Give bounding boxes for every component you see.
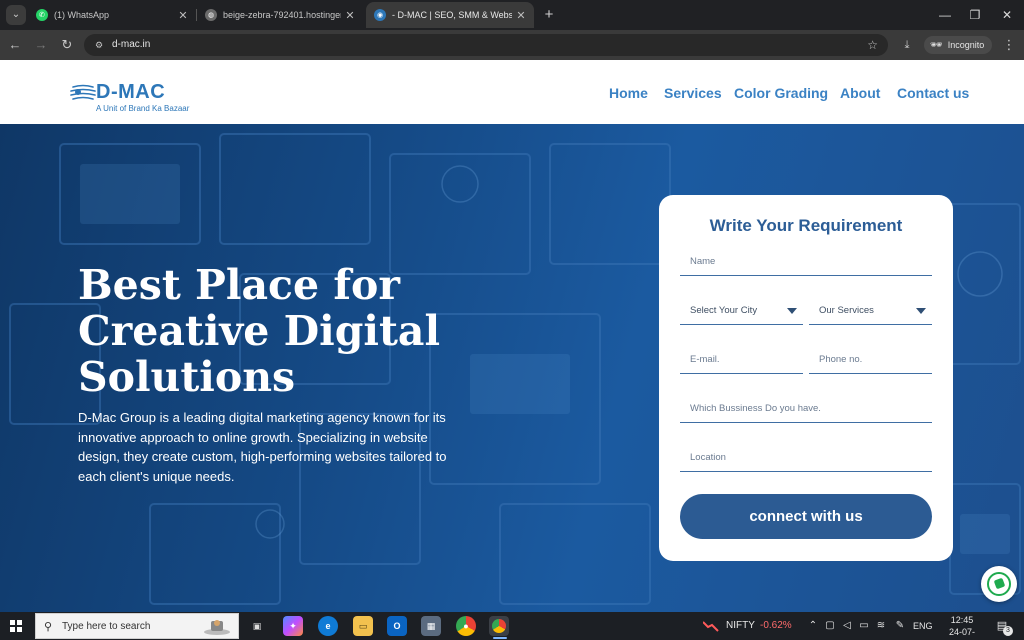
copilot-icon[interactable]: ✦	[283, 616, 303, 636]
speaker-icon[interactable]: ◁	[840, 619, 854, 633]
reload-icon[interactable]: ↻	[58, 36, 76, 54]
download-icon[interactable]: ⤓	[899, 37, 915, 53]
ticker-change[interactable]: -0.62%	[760, 620, 792, 632]
whatsapp-icon: ✆	[36, 9, 48, 21]
tab-search-chevron-icon[interactable]: ⌄	[6, 5, 26, 25]
ticker-name[interactable]: NIFTY	[726, 620, 755, 632]
caret-down-icon	[787, 308, 797, 314]
nav-about[interactable]: About	[840, 84, 880, 102]
globe-icon: ◍	[205, 9, 217, 21]
chrome-incognito-taskbar-icon[interactable]	[489, 616, 509, 636]
browser-menu-icon[interactable]: ⋮	[1002, 36, 1016, 54]
tab-title: (1) WhatsApp	[54, 10, 110, 20]
business-input[interactable]: Which Bussiness Do you have.	[680, 401, 932, 423]
clock-time: 12:45	[950, 615, 974, 625]
caret-down-icon	[916, 308, 926, 314]
services-select[interactable]: Our Services	[809, 303, 932, 325]
window-close-button[interactable]: ✕	[992, 4, 1022, 26]
hero-title: Best Place for Creative Digital Solution…	[78, 262, 498, 400]
logo-tagline: A Unit of Brand Ka Bazaar	[96, 104, 190, 113]
outlook-icon[interactable]: O	[387, 616, 407, 636]
tab-title: beige-zebra-792401.hostinger	[223, 10, 341, 20]
task-view-icon[interactable]: ▣	[247, 616, 267, 636]
language-indicator[interactable]: ENG	[913, 620, 933, 632]
taskbar-search-placeholder: Type here to search	[62, 621, 151, 632]
tray-chevron-up-icon[interactable]: ⌃	[806, 619, 820, 633]
url-text: d-mac.in	[112, 39, 151, 50]
chrome-icon[interactable]: ●	[456, 616, 476, 636]
bookmark-star-icon[interactable]: ☆	[867, 37, 878, 53]
minimize-button[interactable]: —	[930, 4, 960, 26]
notification-center-icon[interactable]: ▤ 3	[994, 618, 1013, 636]
taskbar-search-box[interactable]: ⚲ Type here to search	[35, 613, 239, 639]
city-select[interactable]: Select Your City	[680, 303, 803, 325]
pen-icon[interactable]: ✎	[893, 619, 907, 633]
hero-title-line: Best Place for	[78, 261, 400, 309]
services-select-value: Our Services	[819, 305, 874, 316]
edge-browser-icon[interactable]: e	[318, 616, 338, 636]
tab-close-icon[interactable]: ✕	[512, 9, 530, 22]
stock-chart-icon	[703, 621, 719, 632]
search-icon: ⚲	[44, 621, 53, 633]
name-input[interactable]: Name	[680, 254, 932, 276]
incognito-badge[interactable]: 🕶 Incognito	[924, 36, 993, 54]
nav-home[interactable]: Home	[609, 84, 648, 102]
site-logo[interactable]: D-MAC A Unit of Brand Ka Bazaar	[70, 80, 200, 118]
whatsapp-icon	[987, 572, 1011, 596]
nav-contact-us[interactable]: Contact us	[897, 84, 969, 102]
file-explorer-icon[interactable]: ▭	[353, 616, 373, 636]
meet-now-icon[interactable]: ▢	[823, 619, 837, 633]
tab-whatsapp[interactable]: ✆ (1) WhatsApp ✕	[28, 2, 196, 28]
clock-date: 24-07-2025	[948, 627, 975, 640]
back-arrow-icon[interactable]: ←	[6, 36, 24, 54]
phone-glyph	[993, 577, 1006, 590]
incognito-label: Incognito	[947, 40, 985, 50]
new-tab-button[interactable]: +	[539, 5, 559, 25]
hero-title-line: Creative Digital	[78, 307, 441, 355]
browser-toolbar: ← → ↻ ⚙ d-mac.in ☆ ⤓ 🕶 Incognito ⋮	[0, 30, 1024, 60]
dmac-favicon-icon: ◉	[374, 9, 386, 21]
windows-start-icon[interactable]	[10, 620, 22, 632]
wifi-icon[interactable]: ≋	[874, 619, 888, 633]
site-info-icon[interactable]: ⚙	[92, 38, 106, 52]
search-highlight-icon	[204, 620, 230, 635]
active-app-indicator	[493, 637, 507, 639]
dmac-globe-logo-icon	[70, 84, 96, 100]
tab-dmac[interactable]: ◉ - D-MAC | SEO, SMM & Websi ✕	[366, 2, 534, 28]
requirement-form: Write Your Requirement Name Select Your …	[659, 195, 953, 561]
incognito-icon: 🕶	[930, 39, 943, 51]
forward-arrow-icon[interactable]: →	[32, 36, 50, 54]
phone-input[interactable]: Phone no.	[809, 352, 932, 374]
address-bar[interactable]: ⚙ d-mac.in ☆	[84, 34, 888, 56]
tab-title: - D-MAC | SEO, SMM & Websi	[392, 10, 512, 20]
clock[interactable]: 12:45 24-07-2025	[940, 614, 984, 640]
location-input[interactable]: Location	[680, 450, 932, 472]
tab-close-icon[interactable]: ✕	[174, 9, 192, 22]
store-icon[interactable]: ▦	[421, 616, 441, 636]
nav-services[interactable]: Services	[664, 84, 722, 102]
tab-close-icon[interactable]: ✕	[341, 9, 359, 22]
tab-hostinger[interactable]: ◍ beige-zebra-792401.hostinger ✕	[197, 2, 363, 28]
hero-section: Best Place for Creative Digital Solution…	[0, 124, 1024, 612]
restore-button[interactable]: ❐	[960, 4, 990, 26]
form-title: Write Your Requirement	[709, 216, 903, 235]
network-icon[interactable]: ▭	[857, 619, 871, 633]
email-input[interactable]: E-mail.	[680, 352, 803, 374]
browser-tab-strip: ⌄ ✆ (1) WhatsApp ✕ ◍ beige-zebra-792401.…	[0, 0, 1024, 30]
logo-wordmark: D-MAC	[96, 81, 166, 103]
notification-count-badge: 3	[1003, 626, 1013, 636]
site-header: D-MAC A Unit of Brand Ka Bazaar Home Ser…	[0, 60, 1024, 124]
city-select-value: Select Your City	[690, 305, 758, 316]
nav-color-grading[interactable]: Color Grading	[734, 84, 828, 102]
whatsapp-chat-button[interactable]	[981, 566, 1017, 602]
hero-description: D-Mac Group is a leading digital marketi…	[78, 410, 447, 484]
connect-button[interactable]: connect with us	[680, 494, 932, 539]
hero-title-line: Solutions	[78, 353, 296, 401]
windows-taskbar: ⚲ Type here to search ▣ ✦ e ▭ O ▦ ● NIFT…	[0, 612, 1024, 640]
